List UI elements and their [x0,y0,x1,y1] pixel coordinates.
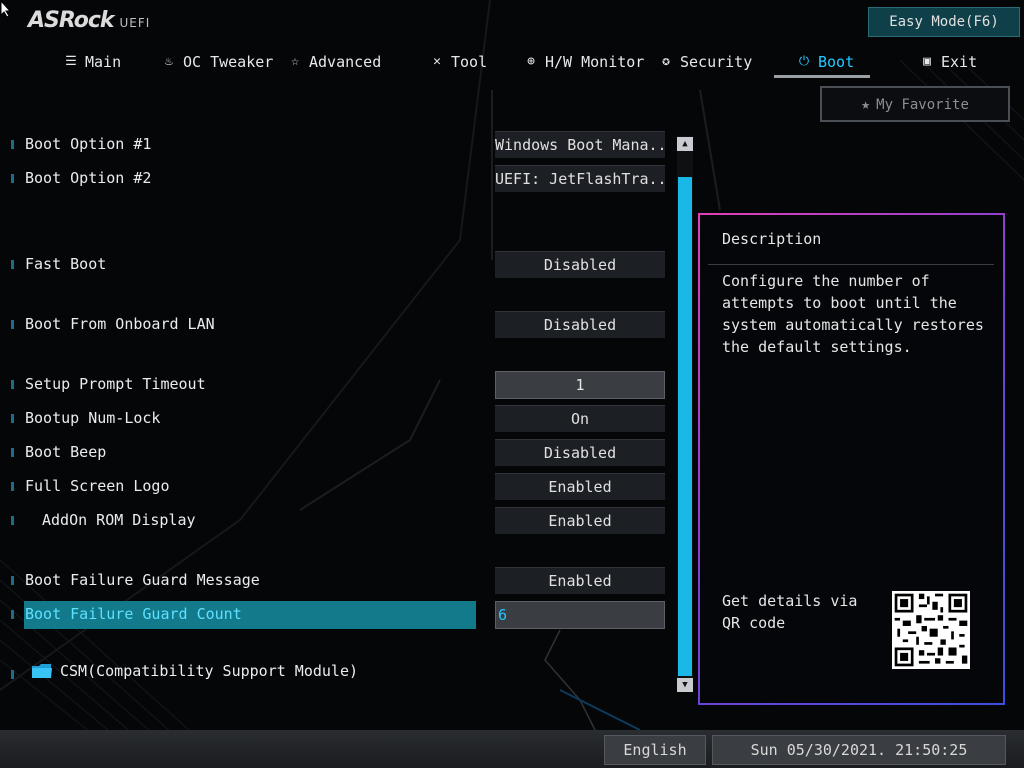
row-bullet [11,140,14,149]
guard-count-label[interactable]: Boot Failure Guard Count [25,600,242,628]
numlock-label[interactable]: Bootup Num-Lock [25,404,160,432]
tab-security[interactable]: ✪ Security [659,48,752,76]
brand-logo-text: ASRock [28,8,115,33]
row-bullet [11,670,14,679]
crosshair-icon: ⊕ [527,54,535,69]
boot-beep-value[interactable]: Disabled [495,439,665,466]
tab-tool-label: Tool [451,53,488,71]
tab-exit-label: Exit [941,53,978,71]
description-text: Configure the number of attempts to boot… [722,272,984,356]
row-bullet [11,516,14,525]
setup-prompt-label[interactable]: Setup Prompt Timeout [25,370,206,398]
fast-boot-label[interactable]: Fast Boot [25,250,106,278]
scroll-down-button[interactable]: ▼ [677,678,693,692]
tab-main-label: Main [85,53,122,71]
row-bullet [11,320,14,329]
tab-boot-label: Boot [818,53,855,71]
brand-sub: UEFI [119,16,151,30]
row-bullet [11,260,14,269]
easy-mode-button[interactable]: Easy Mode(F6) [868,7,1020,37]
row-bullet [11,610,14,619]
qr-code-icon [892,591,970,669]
tab-hw-monitor[interactable]: ⊕ H/W Monitor [524,48,644,76]
brand-logo: ASRock UEFI [28,8,150,33]
tab-boot[interactable]: ⏻ Boot [797,48,854,76]
guard-message-label[interactable]: Boot Failure Guard Message [25,566,260,594]
guard-message-value[interactable]: Enabled [495,567,665,594]
shield-icon: ✪ [662,54,670,69]
tab-oc-tweaker-label: OC Tweaker [183,53,274,71]
row-bullet [11,414,14,423]
datetime-display: Sun 05/30/2021. 21:50:25 [712,735,1006,765]
my-favorite-label: My Favorite [876,97,969,113]
boot-option-2-value[interactable]: UEFI: JetFlashTra... [495,165,665,192]
tab-security-label: Security [680,53,753,71]
fullscreen-logo-label[interactable]: Full Screen Logo [25,472,170,500]
scroll-up-button[interactable]: ▲ [677,137,693,151]
tab-oc-tweaker[interactable]: ♨ OC Tweaker [162,48,273,76]
numlock-value[interactable]: On [495,405,665,432]
tab-advanced[interactable]: ☆ Advanced [288,48,381,76]
guard-count-input[interactable]: 6 [495,601,665,629]
row-bullet [11,380,14,389]
description-title: Description [722,230,822,248]
setup-prompt-input[interactable]: 1 [495,371,665,399]
boot-beep-label[interactable]: Boot Beep [25,438,106,466]
row-bullet [11,448,14,457]
tab-hw-monitor-label: H/W Monitor [545,53,645,71]
folder-icon [32,664,52,678]
fullscreen-logo-value[interactable]: Enabled [495,473,665,500]
qr-hint-text: Get details via QR code [722,592,858,632]
tab-advanced-label: Advanced [309,53,382,71]
row-bullet [11,576,14,585]
tab-main[interactable]: ☰ Main [64,48,121,76]
power-icon: ⏻ [798,54,810,69]
addon-rom-label[interactable]: AddOn ROM Display [42,506,196,534]
boot-lan-value[interactable]: Disabled [495,311,665,338]
my-favorite-button[interactable]: ★ My Favorite [820,86,1010,122]
row-bullet [11,174,14,183]
star-arrow-icon: ☆ [291,54,299,69]
addon-rom-value[interactable]: Enabled [495,507,665,534]
list-icon: ☰ [65,54,77,69]
boot-option-1-label[interactable]: Boot Option #1 [25,130,151,158]
tab-exit[interactable]: ▣ Exit [920,48,977,76]
scrollbar-thumb[interactable] [678,177,692,676]
star-icon: ★ [861,95,871,113]
row-bullet [11,482,14,491]
tab-tool[interactable]: ✕ Tool [430,48,487,76]
active-tab-indicator [774,75,870,78]
rocket-icon: ♨ [165,54,173,69]
exit-door-icon: ▣ [923,54,931,69]
mouse-cursor-icon [0,0,12,18]
boot-option-1-value[interactable]: Windows Boot Mana... [495,131,665,158]
csm-submenu[interactable]: CSM(Compatibility Support Module) [60,657,358,685]
description-divider [708,264,994,265]
language-button[interactable]: English [604,735,706,765]
boot-option-2-label[interactable]: Boot Option #2 [25,164,151,192]
boot-lan-label[interactable]: Boot From Onboard LAN [25,310,215,338]
fast-boot-value[interactable]: Disabled [495,251,665,278]
tools-icon: ✕ [433,54,441,69]
